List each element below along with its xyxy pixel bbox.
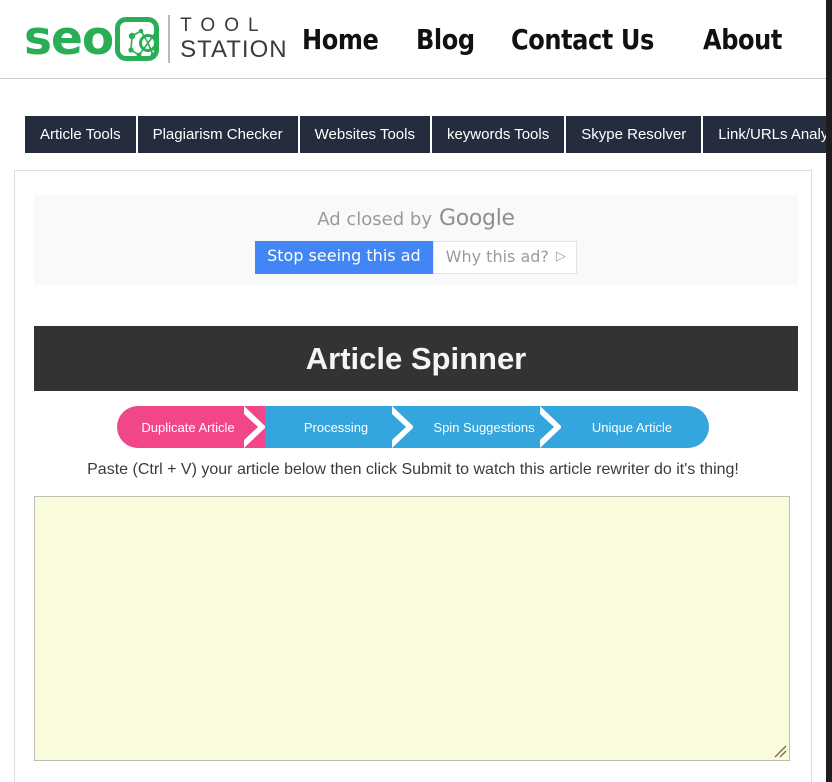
step-processing-label: Processing (303, 419, 369, 435)
chevron-right-icon (244, 406, 266, 448)
workflow-step-bar: Duplicate Article Processing Spin Sugges… (117, 406, 709, 448)
instruction-text: Paste (Ctrl + V) your article below then… (87, 461, 739, 478)
ad-closed-text: Ad closed by (317, 209, 432, 230)
nav-link-contact-us[interactable]: Contact Us (511, 23, 654, 56)
ad-buttons-group: Stop seeing this ad Why this ad? ▷ (255, 241, 577, 274)
logo-subtitle-station: STATION (180, 36, 288, 63)
tool-navigation-bar: Article Tools Plagiarism Checker Website… (25, 116, 826, 153)
logo-subtitle-tool: TOOL (180, 15, 268, 36)
why-this-ad-button[interactable]: Why this ad? ▷ (432, 241, 577, 274)
nav-link-home[interactable]: Home (302, 23, 379, 56)
logo-divider (168, 15, 171, 63)
logo-subtitle: TOOL STATION (180, 14, 287, 64)
page-title: Article Spinner (305, 340, 527, 376)
tool-nav-item-skype-resolver[interactable]: Skype Resolver (566, 116, 702, 153)
play-triangle-icon: ▷ (555, 249, 566, 264)
site-header: seo TOOL STATION Home Blog Contact Us Ab… (0, 0, 826, 79)
chevron-right-icon (540, 406, 562, 448)
logo-wordmark: seo (24, 11, 114, 66)
logo-molecule-icon (115, 17, 160, 61)
tool-nav-item-websites-tools[interactable]: Websites Tools (299, 116, 430, 153)
step-unique-article-label: Unique Article (591, 419, 673, 435)
browser-scrollbar-edge[interactable] (826, 0, 832, 782)
step-spin-suggestions[interactable]: Spin Suggestions (413, 406, 562, 448)
tool-title-banner: Article Spinner (34, 326, 798, 391)
tool-nav-item-plagiarism-checker[interactable]: Plagiarism Checker (137, 116, 298, 153)
nav-link-about[interactable]: About (703, 23, 782, 56)
ad-closed-label: Ad closed by Google (317, 206, 515, 231)
main-content-card: Ad closed by Google Stop seeing this ad … (14, 170, 812, 782)
advertisement-block: Ad closed by Google Stop seeing this ad … (34, 195, 798, 285)
nav-link-blog[interactable]: Blog (416, 23, 475, 56)
step-duplicate-article-label: Duplicate Article (141, 419, 235, 435)
site-logo[interactable]: seo TOOL STATION (24, 11, 288, 67)
step-processing[interactable]: Processing (265, 406, 414, 448)
chevron-right-icon (392, 406, 414, 448)
page-root: seo TOOL STATION Home Blog Contact Us Ab… (0, 0, 826, 782)
step-duplicate-article[interactable]: Duplicate Article (117, 406, 266, 448)
stop-seeing-this-ad-button[interactable]: Stop seeing this ad (255, 241, 433, 274)
ad-provider-logo: Google (438, 206, 515, 231)
tool-nav-item-keywords-tools[interactable]: keywords Tools (431, 116, 565, 153)
tool-nav-item-article-tools[interactable]: Article Tools (25, 116, 136, 153)
article-input-textarea[interactable] (34, 496, 790, 761)
main-navigation: Home Blog Contact Us About (302, 23, 795, 56)
why-this-ad-label: Why this ad? (445, 247, 549, 266)
tool-nav-item-link-urls-analyzer[interactable]: Link/URLs Analyzer (703, 116, 826, 153)
step-spin-suggestions-label: Spin Suggestions (433, 419, 535, 435)
step-unique-article[interactable]: Unique Article (561, 406, 709, 448)
